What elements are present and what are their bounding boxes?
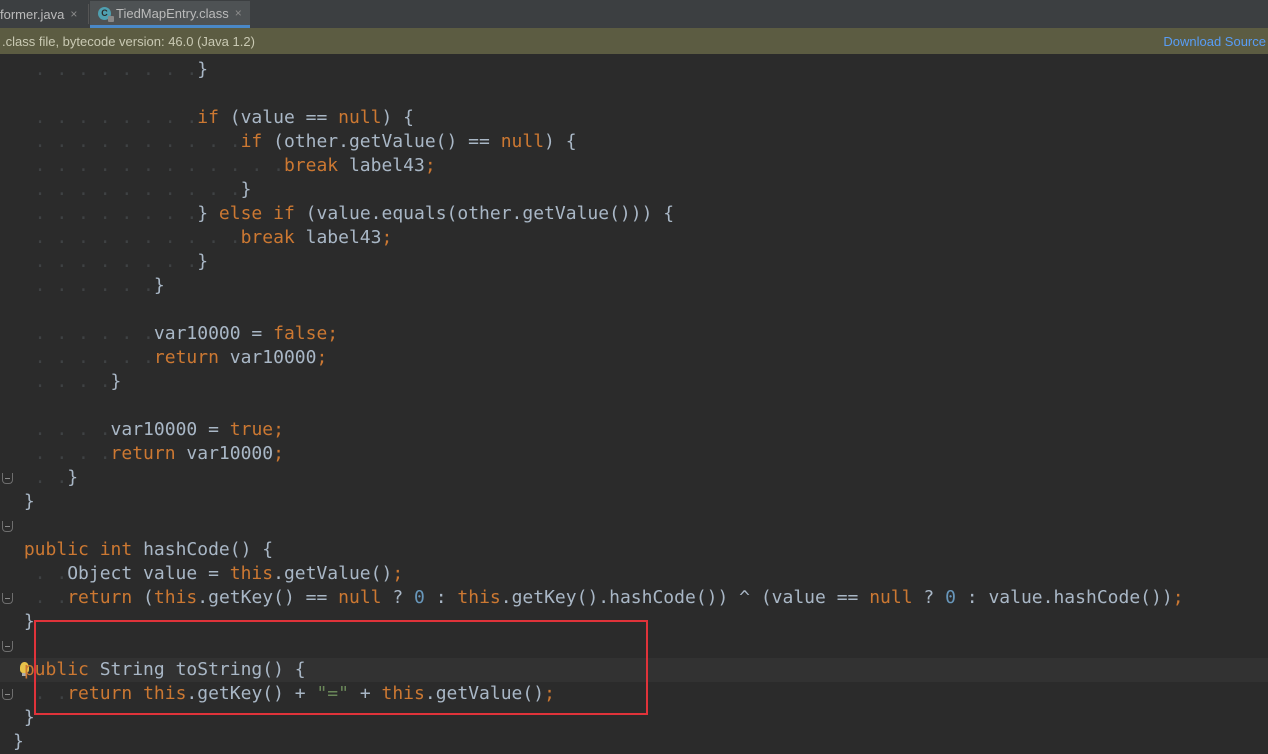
code-line: . . . . . . . . . . . .break label43; xyxy=(13,155,436,176)
close-icon[interactable]: × xyxy=(235,6,242,20)
tab-tiedmapentry-class[interactable]: C TiedMapEntry.class × xyxy=(90,1,250,28)
fold-marker-icon[interactable] xyxy=(2,641,13,652)
code-line: . . . . . .var10000 = false; xyxy=(13,323,339,344)
code-line: . . . .} xyxy=(13,371,122,392)
tab-label: former.java xyxy=(0,6,65,22)
code-line: . . . .var10000 = true; xyxy=(13,419,284,440)
code-line: . .} xyxy=(13,467,79,488)
code-line: . . . . . . . .} xyxy=(13,59,209,80)
code-line: . . . . . .return var10000; xyxy=(13,347,328,368)
fold-marker-icon[interactable] xyxy=(2,521,13,532)
class-file-icon: C xyxy=(98,6,114,22)
editor-tab-bar: former.java × C TiedMapEntry.class × xyxy=(0,0,1268,29)
fold-marker-icon[interactable] xyxy=(2,473,13,484)
tab-label: TiedMapEntry.class xyxy=(116,5,229,21)
code-line: . . . . . . . . . .if (other.getValue() … xyxy=(13,131,577,152)
code-line: . .Object value = this.getValue(); xyxy=(13,563,404,584)
code-line: . . . . . . . .if (value == null) { xyxy=(13,107,415,128)
code-line: } xyxy=(23,491,35,512)
code-line: . . . . . . . .} xyxy=(13,251,209,272)
code-line: . . . .return var10000; xyxy=(13,443,284,464)
code-line: public int hashCode() { xyxy=(23,539,274,560)
decompiled-class-notification: .class file, bytecode version: 46.0 (Jav… xyxy=(0,28,1268,54)
code-line: } xyxy=(13,731,24,752)
code-editor[interactable]: . . . . . . . .} . . . . . . . .if (valu… xyxy=(0,54,1268,752)
download-source-link[interactable]: Download Source xyxy=(1163,34,1266,49)
bytecode-version-message: .class file, bytecode version: 46.0 (Jav… xyxy=(2,33,255,49)
fold-marker-icon[interactable] xyxy=(2,689,13,700)
code-line: . . . . . . . .} else if (value.equals(o… xyxy=(13,203,675,224)
code-line: . . . . . . . . . .} xyxy=(13,179,252,200)
tab-separator xyxy=(88,4,89,24)
tab-former-java[interactable]: former.java × xyxy=(0,1,85,27)
fold-marker-icon[interactable] xyxy=(2,593,13,604)
code-line: . . . . . . . . . .break label43; xyxy=(13,227,393,248)
tostring-highlight-box xyxy=(34,620,648,715)
code-line: . .return (this.getKey() == null ? 0 : t… xyxy=(13,587,1184,608)
close-icon[interactable]: × xyxy=(70,7,77,21)
code-line: . . . . . .} xyxy=(13,275,165,296)
